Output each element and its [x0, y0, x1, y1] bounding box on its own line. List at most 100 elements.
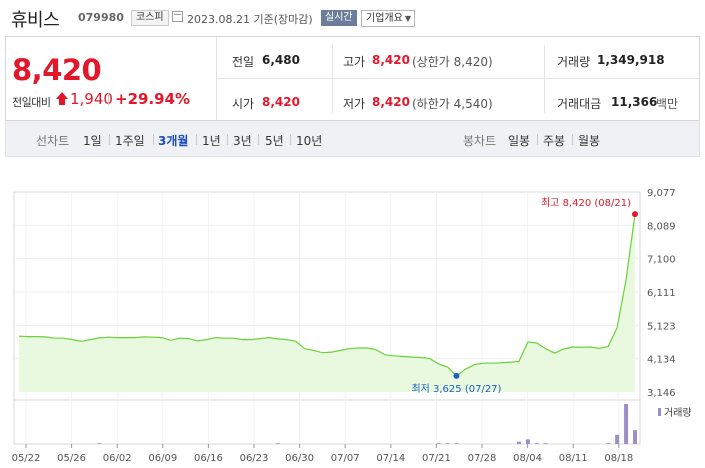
divider [258, 134, 259, 145]
as-of-date: 2023.08.21 기준(장마감) [187, 13, 313, 26]
x-tick-label: 08/18 [604, 453, 633, 464]
company-overview-dropdown[interactable]: 기업개요 ▼ [361, 10, 415, 27]
turnover-label: 거래대금 [557, 97, 602, 111]
divider [544, 45, 545, 113]
volume-bar [525, 439, 530, 444]
low-label: 저가 [343, 97, 366, 111]
x-tick-label: 07/14 [376, 453, 405, 464]
tab-1d[interactable]: 1일 [83, 132, 102, 149]
up-arrow-icon [56, 92, 68, 105]
divider [290, 134, 291, 145]
stock-name: 휴비스 [11, 10, 60, 31]
x-tick-label: 07/28 [468, 453, 497, 464]
x-tick-label: 08/04 [513, 453, 542, 464]
tab-3m[interactable]: 3개월 [158, 132, 188, 149]
y-tick-label: 7,100 [647, 255, 676, 266]
x-tick-label: 06/30 [285, 453, 314, 464]
x-tick-label: 06/16 [194, 453, 223, 464]
turnover-unit: 백만 [656, 97, 679, 111]
price-chart[interactable]: 9,077 8,089 7,100 6,111 5,123 4,134 3,146 05/22… [0, 160, 705, 468]
volume-bar [97, 443, 102, 444]
divider [153, 134, 154, 145]
stock-header: 휴비스 079980 코스피 2023.08.21 기준(장마감) 실시간 기업… [0, 0, 705, 36]
tab-3y[interactable]: 3년 [233, 132, 252, 149]
volume-label: 거래량 [557, 55, 591, 69]
volume-bar [543, 443, 548, 444]
tab-1w[interactable]: 1주일 [115, 132, 145, 149]
divider [537, 134, 538, 145]
low-value: 8,420 [372, 95, 410, 109]
lower-limit: (하한가 4,540) [412, 97, 493, 111]
plot-frame [13, 191, 641, 445]
x-tick-label: 07/07 [331, 453, 360, 464]
price-area [19, 214, 635, 392]
y-tick-label: 3,146 [647, 388, 676, 399]
change-label: 전일대비 [12, 96, 51, 109]
divider [217, 78, 699, 79]
x-tick-label: 05/26 [57, 453, 86, 464]
volume-bar [436, 443, 441, 444]
company-overview-label: 기업개요 [366, 13, 403, 24]
volume-bar [454, 443, 459, 444]
turnover-value: 11,366 [611, 95, 658, 109]
open-value: 8,420 [262, 95, 300, 109]
prev-close-label: 전일 [232, 55, 255, 69]
volume-legend-swatch [658, 408, 661, 416]
min-label: 최저 3,625 (07/27) [411, 383, 501, 395]
volume-bar [606, 443, 611, 444]
y-tick-label: 4,134 [647, 355, 676, 366]
tab-1y[interactable]: 1년 [202, 132, 221, 149]
x-tick-label: 07/21 [422, 453, 451, 464]
tab-10y[interactable]: 10년 [296, 132, 322, 149]
current-price: 8,420 [12, 53, 102, 87]
y-tick-label: 5,123 [647, 321, 676, 332]
line-chart-label: 선차트 [36, 134, 70, 148]
prev-close-value: 6,480 [262, 53, 300, 67]
volume-bar [516, 441, 521, 444]
divider [108, 93, 109, 105]
calendar-icon [172, 11, 183, 22]
x-tick-label: 08/11 [559, 453, 588, 464]
x-tick-label: 06/02 [103, 453, 132, 464]
volume-bar [624, 404, 629, 444]
y-tick-label: 8,089 [647, 221, 676, 232]
stock-code: 079980 [78, 11, 124, 24]
change-value: 1,940 [70, 90, 113, 108]
candle-chart-label: 봉차트 [463, 134, 497, 148]
change-percent: +29.94% [115, 90, 191, 108]
open-label: 시가 [232, 97, 255, 111]
divider [332, 45, 333, 113]
market-badge: 코스피 [131, 10, 169, 26]
chevron-down-icon: ▼ [404, 14, 411, 23]
x-tick-label: 05/22 [12, 453, 41, 464]
price-chart-svg: 9,077 8,089 7,100 6,111 5,123 4,134 3,146 05/22… [12, 188, 692, 464]
max-marker [632, 211, 638, 218]
tab-monthly[interactable]: 월봉 [578, 132, 600, 149]
current-price-panel: 8,420 전일대비 1,940 +29.94% [6, 37, 217, 120]
divider [227, 134, 228, 145]
tab-weekly[interactable]: 주봉 [543, 132, 565, 149]
divider [572, 134, 573, 145]
volume-bar [445, 443, 450, 444]
tab-daily[interactable]: 일봉 [508, 132, 530, 149]
high-value: 8,420 [372, 53, 410, 67]
volume-bar [633, 430, 637, 444]
period-nav: 선차트 1일 1주일 3개월 1년 3년 5년 10년 봉차트 일봉 주봉 월봉 [5, 121, 700, 157]
volume-bar [615, 434, 620, 444]
high-label: 고가 [343, 55, 366, 69]
volume-legend-label: 거래량 [664, 407, 692, 419]
min-marker [453, 372, 460, 379]
y-tick-label: 6,111 [647, 288, 676, 299]
max-label: 최고 8,420 (08/21) [541, 197, 631, 209]
upper-limit: (상한가 8,420) [412, 55, 493, 69]
divider [196, 134, 197, 145]
tab-5y[interactable]: 5년 [265, 132, 284, 149]
volume-value: 1,349,918 [597, 53, 665, 67]
price-summary: 8,420 전일대비 1,940 +29.94% 전일 6,480 고가 8,4… [5, 36, 700, 121]
realtime-badge[interactable]: 실시간 [321, 10, 357, 26]
volume-bar [275, 443, 280, 444]
y-tick-label: 9,077 [647, 188, 676, 199]
divider [109, 134, 110, 145]
x-tick-label: 06/09 [148, 453, 177, 464]
volume-bar [534, 443, 539, 444]
